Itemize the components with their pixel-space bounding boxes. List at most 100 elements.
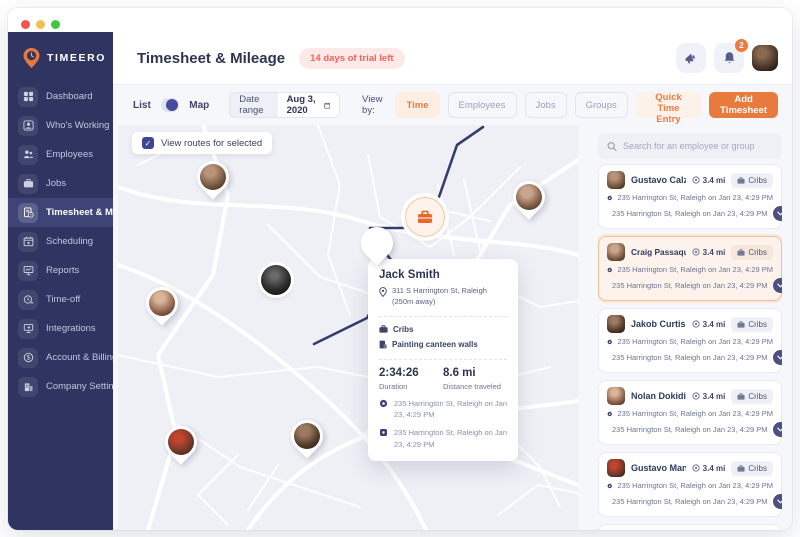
trip-start-text: 235 Harrington St, Raleigh on Jan 23, 4:… [617,481,773,490]
minimize-window-button[interactable] [36,20,45,29]
briefcase-icon [379,325,388,333]
quick-time-entry-button[interactable]: Quick Time Entry [636,92,701,118]
close-window-button[interactable] [21,20,30,29]
notifications-button[interactable]: 2 [714,43,744,73]
view-by-jobs-button[interactable]: Jobs [525,92,567,118]
chevron-down-icon [777,355,782,360]
employee-card-selected[interactable]: Craig Passaquindici Arcand 3.4 mi Cribs … [598,236,782,301]
employee-name: Craig Passaquindici Arcand [631,247,686,257]
trip-end-text: 235 Harrington St, Raleigh on Jan 23, 4:… [612,497,768,506]
briefcase-icon [737,465,745,472]
traffic-lights [21,20,60,29]
announcements-button[interactable] [676,43,706,73]
sidebar-item-company-settings[interactable]: Company Settings [8,372,113,401]
integrations-icon [18,319,38,339]
trip-start-icon [379,399,388,408]
chevron-down-icon [777,283,782,288]
employee-distance: 3.4 mi [703,248,726,257]
chevron-down-icon [777,211,782,216]
search-input[interactable] [623,141,773,151]
sidebar-item-account-billing[interactable]: $ Account & Billing [8,343,113,372]
view-routes-checkbox[interactable]: ✓ View routes for selected [132,132,272,154]
map-toggle-label[interactable]: Map [189,100,209,111]
employee-distance: 3.4 mi [703,392,726,401]
expand-card-button[interactable] [773,278,782,293]
avatar [607,315,625,333]
employees-icon [18,145,38,165]
sidebar-item-integrations[interactable]: Integrations [8,314,113,343]
briefcase-icon [737,321,745,328]
job-location-marker[interactable] [405,197,445,237]
mileage-icon [692,320,700,328]
scheduling-icon [18,232,38,252]
whos-working-icon [18,116,38,136]
trial-badge: 14 days of trial left [299,48,404,69]
avatar [364,230,390,256]
sidebar-item-timesheet-mileage[interactable]: Timesheet & Mileage [8,198,113,227]
employee-list: Gustavo Calzoni 3.4 mi Cribs 235 Harring… [598,164,782,530]
mileage-icon [692,176,700,184]
employee-card[interactable]: Gustavo Calzoni 3.4 mi Cribs 235 Harring… [598,164,782,229]
mileage-icon [692,248,700,256]
view-by-employees-button[interactable]: Employees [448,92,517,118]
list-toggle-label[interactable]: List [133,100,151,111]
trip-end-text: 235 Harrington St, Raleigh on Jan 23, 4:… [612,425,768,434]
logo: TIMEERO [8,32,113,82]
date-range-picker[interactable]: Date range Aug 3, 2020 [229,92,340,118]
employee-name: Jakob Curtis [631,319,686,329]
map-avatar-employee[interactable] [261,265,291,295]
trip-end-text: 235 Harrington St, Raleigh on Jan 23, 4:… [612,281,768,290]
employee-card[interactable]: Nolan Dokidis 3.4 mi Cribs 235 Harringto… [598,380,782,445]
sidebar-item-dashboard[interactable]: Dashboard [8,82,113,111]
date-value: Aug 3, 2020 [287,94,318,116]
timesheet-mileage-icon [18,203,38,223]
employee-card[interactable]: Jakob Curtis 3.4 mi Cribs 235 Harrington… [598,308,782,373]
popup-duration-value: 2:34:26 [379,367,443,379]
trip-start-icon [607,410,612,418]
expand-card-button[interactable] [773,350,782,365]
map[interactable]: ✓ View routes for selected [118,125,578,530]
app-window: TIMEERO Dashboard Who's Working Employee… [8,8,792,530]
employee-card[interactable]: Ryan Levin 3.4 mi Cribs 235 Harrington S… [598,524,782,530]
zoom-window-button[interactable] [51,20,60,29]
chevron-down-icon [777,427,782,432]
sidebar-item-jobs[interactable]: Jobs [8,169,113,198]
mileage-icon [692,392,700,400]
avatar [516,184,542,210]
popup-job-name: Cribs [393,324,413,336]
briefcase-icon [737,177,745,184]
chevron-down-icon [777,499,782,504]
timeero-pin-logo-icon [23,48,40,68]
checkbox-checked-icon: ✓ [142,137,154,149]
toolbar: List Map Date range Aug 3, 2020 View by:… [113,85,792,125]
sidebar-item-time-off[interactable]: Time-off [8,285,113,314]
add-timesheet-button[interactable]: Add Timesheet [709,92,778,118]
view-by-time-button[interactable]: Time [395,92,439,118]
employee-distance: 3.4 mi [703,320,726,329]
trip-start-icon [607,338,612,346]
sidebar-item-scheduling[interactable]: Scheduling [8,227,113,256]
expand-card-button[interactable] [773,494,782,509]
sidebar-item-reports[interactable]: Reports [8,256,113,285]
view-by-groups-button[interactable]: Groups [575,92,628,118]
employee-card[interactable]: Gustavo Mango 3.4 mi Cribs 235 Harringto… [598,452,782,517]
expand-card-button[interactable] [773,422,782,437]
main-area: Timesheet & Mileage 14 days of trial lef… [113,32,792,530]
mileage-icon [692,464,700,472]
employee-distance: 3.4 mi [703,464,726,473]
user-avatar[interactable] [752,45,778,71]
bell-icon [723,51,736,65]
employee-popup: Jack Smith 311 S Harrington St, Raleigh … [368,259,518,461]
svg-text:$: $ [26,355,30,362]
list-map-toggle[interactable] [161,98,180,112]
employee-name: Nolan Dokidis [631,391,686,401]
trip-start-icon [607,266,612,274]
sidebar: TIMEERO Dashboard Who's Working Employee… [8,32,113,530]
page-header: Timesheet & Mileage 14 days of trial lef… [113,32,792,85]
employee-search[interactable] [598,133,782,159]
sidebar-item-whos-working[interactable]: Who's Working [8,111,113,140]
expand-card-button[interactable] [773,206,782,221]
sidebar-item-employees[interactable]: Employees [8,140,113,169]
view-routes-label: View routes for selected [161,138,262,149]
trip-end-icon [379,428,388,437]
